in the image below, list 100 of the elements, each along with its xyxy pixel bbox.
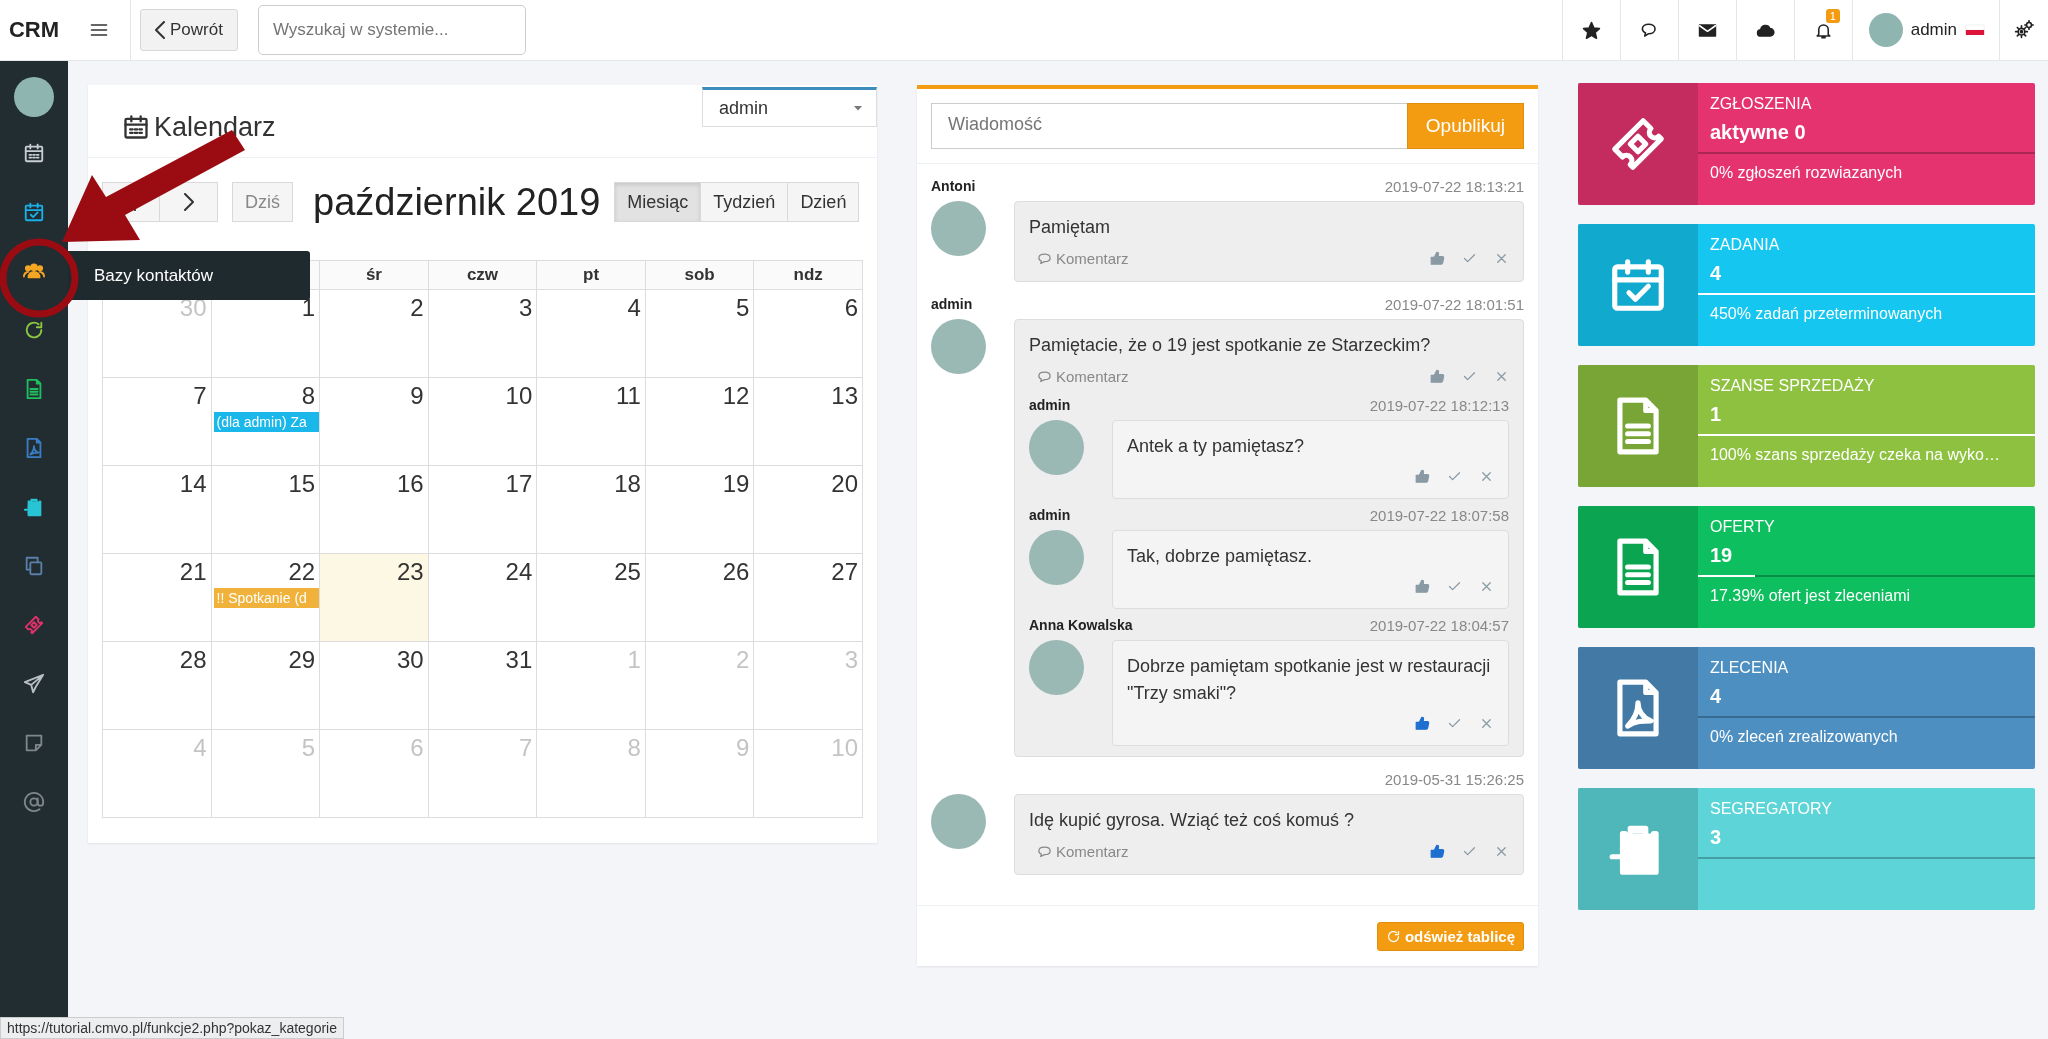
message-text: Antek a ty pamiętasz? [1127, 434, 1306, 458]
day-number: 6 [409, 733, 425, 763]
publish-button[interactable]: Opublikuj [1406, 103, 1524, 149]
tile-title: ZGŁOSZENIA [1709, 95, 1813, 113]
calendar-check-icon[interactable] [23, 200, 45, 223]
day-number: 11 [614, 381, 642, 411]
speech-bubble-icon [1037, 368, 1052, 384]
avatar [1868, 13, 1903, 47]
avatar [1029, 639, 1084, 695]
copy-icon[interactable] [23, 554, 45, 577]
tile-title: ZLECENIA [1709, 659, 1790, 677]
day-number: 5 [735, 293, 751, 323]
day-number: 30 [396, 645, 425, 675]
message-text: Idę kupić gyrosa. Wziąć też coś komuś ? [1029, 809, 1356, 833]
day-number: 29 [287, 645, 317, 675]
message-text: Dobrze pamiętam spotkanie jest w restauracji "Trzy smaki"? [1127, 654, 1492, 706]
comment-link[interactable]: Komentarz [1029, 367, 1129, 385]
at-sign-icon[interactable] [23, 790, 45, 813]
like-icon[interactable] [1415, 468, 1430, 484]
timestamp: 2019-07-22 18:13:21 [1384, 178, 1524, 195]
day-number: 6 [843, 293, 859, 323]
stat-tile[interactable]: ZGŁOSZENIA aktywne 0 0% zgłoszeń rozwiazanych [1578, 83, 2035, 205]
user-select[interactable]: admin [702, 87, 877, 127]
day-number: 4 [626, 293, 642, 323]
calendar-event[interactable]: !! Spotkanie (d [213, 588, 320, 608]
next-button[interactable] [160, 182, 218, 222]
day-number: 31 [504, 645, 534, 675]
view-tab[interactable]: Dzień [788, 182, 860, 222]
day-number: 9 [735, 733, 751, 763]
view-tab[interactable]: Tydzień [701, 182, 789, 222]
bell-button[interactable]: 1 [1793, 0, 1852, 60]
weekday-header: sob [645, 260, 755, 290]
author-name: Antoni [931, 178, 976, 195]
like-icon[interactable] [1430, 250, 1445, 266]
like-icon[interactable] [1415, 716, 1430, 732]
tile-title: ZADANIA [1709, 236, 1781, 254]
like-icon[interactable] [1415, 578, 1430, 594]
back-button[interactable]: Powrót [140, 9, 238, 51]
tile-value: 1 [1709, 402, 1723, 427]
panel-title: Kalendarz [154, 111, 276, 143]
tile-value: 4 [1709, 684, 1723, 709]
day-number: 2 [735, 645, 751, 675]
day-number: 4 [192, 733, 208, 763]
comment-link[interactable]: Komentarz [1029, 249, 1129, 267]
tile-value: 3 [1709, 825, 1723, 850]
calendar-icon[interactable] [23, 141, 45, 164]
tile-subtitle: 0% zleceń zrealizowanych [1709, 727, 1899, 746]
calendar-event[interactable]: (dla admin) Za [213, 412, 320, 432]
day-number: 25 [613, 557, 642, 587]
user-menu[interactable]: admin [1851, 0, 1999, 60]
avatar [931, 794, 986, 850]
settings-icon[interactable] [2014, 20, 2034, 40]
refresh-button[interactable]: odśwież tablicę [1376, 921, 1524, 951]
tile-title: SZANSE SPRZEDAŻY [1709, 377, 1876, 395]
day-number: 19 [721, 469, 751, 499]
day-number: 5 [300, 733, 317, 763]
message-field[interactable]: Wiadomość [931, 103, 1407, 149]
chevron-left-icon [155, 21, 165, 39]
like-icon[interactable] [1430, 844, 1445, 860]
timestamp: 2019-07-22 18:12:13 [1369, 396, 1509, 414]
logo[interactable]: CRM [0, 0, 68, 60]
day-number: 9 [409, 381, 425, 411]
comment-link[interactable]: Komentarz [1029, 843, 1129, 861]
like-icon[interactable] [1430, 368, 1445, 384]
stat-tile[interactable]: ZLECENIA 4 0% zleceń zrealizowanych [1578, 647, 2035, 769]
today-button[interactable]: Dziś [232, 182, 293, 222]
day-number: 17 [504, 469, 534, 499]
user-name: admin [1910, 20, 1957, 40]
author-name: admin [1029, 396, 1071, 414]
weekday-header: pt [537, 260, 646, 290]
tile-title: SEGREGATORY [1709, 800, 1833, 818]
day-number: 23 [396, 557, 425, 587]
day-number: 10 [504, 381, 534, 411]
message-text: Pamiętam [1029, 216, 1112, 239]
avatar [14, 77, 54, 117]
search-field[interactable]: Wyszukaj w systemie... [257, 5, 526, 55]
author-name: admin [931, 295, 973, 313]
tile-value: aktywne 0 [1709, 120, 1807, 145]
status-bar-url: https://tutorial.cmvo.pl/funkcje2.php?pokaz_kategorie [0, 1017, 344, 1039]
avatar [1029, 419, 1084, 475]
refresh-icon [1385, 928, 1401, 944]
ticket-icon[interactable] [23, 613, 45, 636]
stat-tile[interactable]: SEGREGATORY 3 [1578, 788, 2035, 910]
view-tab[interactable]: Miesiąc [614, 182, 702, 222]
day-number: 20 [830, 469, 859, 499]
tooltip: Bazy kontaktów [68, 251, 310, 300]
timestamp: 2019-05-31 15:26:25 [1384, 771, 1524, 789]
day-number: 16 [396, 469, 425, 499]
tile-subtitle: 0% zgłoszeń rozwiazanych [1709, 163, 1904, 182]
tile-subtitle: 450% zadań przeterminowanych [1709, 304, 1944, 323]
timestamp: 2019-07-22 18:04:57 [1369, 616, 1509, 634]
speech-bubble-icon [1037, 250, 1052, 266]
paper-plane-icon[interactable] [23, 672, 45, 695]
message-text: Tak, dobrze pamiętasz. [1127, 544, 1314, 568]
stat-tile[interactable]: SZANSE SPRZEDAŻY 1 100% szans sprzedaży czeka na wyko… [1578, 365, 2035, 487]
day-number: 28 [178, 645, 208, 675]
stat-tile[interactable]: ZADANIA 4 450% zadań przeterminowanych [1578, 224, 2035, 346]
stat-tile[interactable]: OFERTY 19 17.39% ofert jest zleceniami [1578, 506, 2035, 628]
day-number: 12 [721, 381, 751, 411]
day-number: 15 [287, 469, 317, 499]
